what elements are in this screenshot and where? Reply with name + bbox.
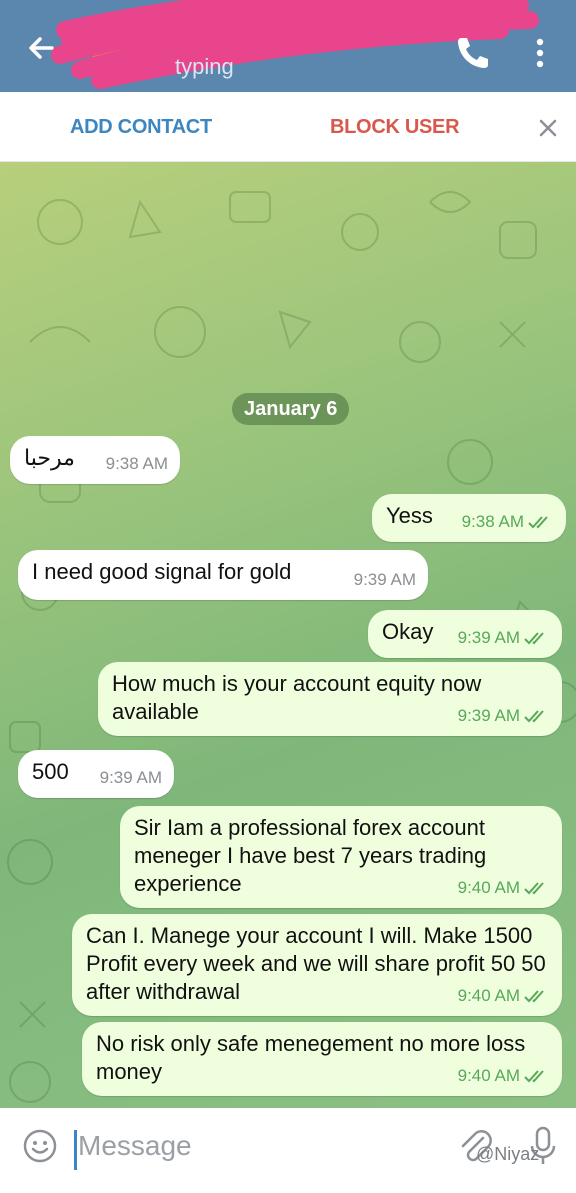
message-time: 9:39 AM — [99, 768, 162, 787]
new-contact-action-bar: ADD CONTACT BLOCK USER — [0, 92, 576, 162]
chat-area[interactable]: January 6 مرحبا 9:38 AM Yess 9:38 AM I n… — [0, 162, 576, 1108]
more-vert-icon[interactable] — [528, 36, 552, 70]
text-cursor — [74, 1130, 77, 1170]
phone-icon[interactable] — [452, 34, 492, 70]
double-check-icon — [524, 1070, 544, 1083]
double-check-icon — [528, 516, 548, 529]
block-user-button[interactable]: BLOCK USER — [330, 116, 460, 139]
message-input[interactable]: Message — [78, 1130, 192, 1162]
double-check-icon — [524, 882, 544, 895]
message-input-bar: Message @Niyaz — [0, 1108, 576, 1193]
message-bubble-incoming[interactable]: مرحبا 9:38 AM — [10, 436, 180, 484]
message-time: 9:39 AM — [458, 702, 550, 730]
message-time: 9:40 AM — [458, 1062, 550, 1090]
chat-header: typing — [0, 0, 576, 92]
message-time: 9:40 AM — [458, 874, 550, 902]
message-bubble-outgoing[interactable]: Sir Iam a professional forex account men… — [120, 806, 562, 908]
message-time: 9:39 AM — [353, 570, 416, 589]
message-bubble-incoming[interactable]: 500 9:39 AM — [18, 750, 174, 798]
add-contact-button[interactable]: ADD CONTACT — [70, 116, 212, 139]
message-bubble-outgoing[interactable]: How much is your account equity now avai… — [98, 662, 562, 736]
emoji-icon[interactable] — [22, 1128, 58, 1164]
typing-status: typing — [175, 54, 234, 79]
message-text: مرحبا — [24, 445, 75, 470]
message-bubble-outgoing[interactable]: Okay 9:39 AM — [368, 610, 562, 658]
message-time: 9:39 AM — [458, 624, 550, 652]
date-separator: January 6 — [232, 393, 350, 425]
message-bubble-incoming[interactable]: I need good signal for gold 9:39 AM — [18, 550, 428, 600]
double-check-icon — [524, 710, 544, 723]
message-bubble-outgoing[interactable]: Yess 9:38 AM — [372, 494, 566, 542]
double-check-icon — [524, 990, 544, 1003]
message-time: 9:38 AM — [105, 454, 168, 473]
message-bubble-outgoing[interactable]: Can I. Manege your account I will. Make … — [72, 914, 562, 1016]
double-check-icon — [524, 632, 544, 645]
message-time: 9:38 AM — [462, 508, 554, 536]
watermark: @Niyaz — [476, 1144, 540, 1164]
message-bubble-outgoing[interactable]: No risk only safe menegement no more los… — [82, 1022, 562, 1096]
message-time: 9:40 AM — [458, 982, 550, 1010]
close-icon[interactable] — [536, 116, 560, 140]
